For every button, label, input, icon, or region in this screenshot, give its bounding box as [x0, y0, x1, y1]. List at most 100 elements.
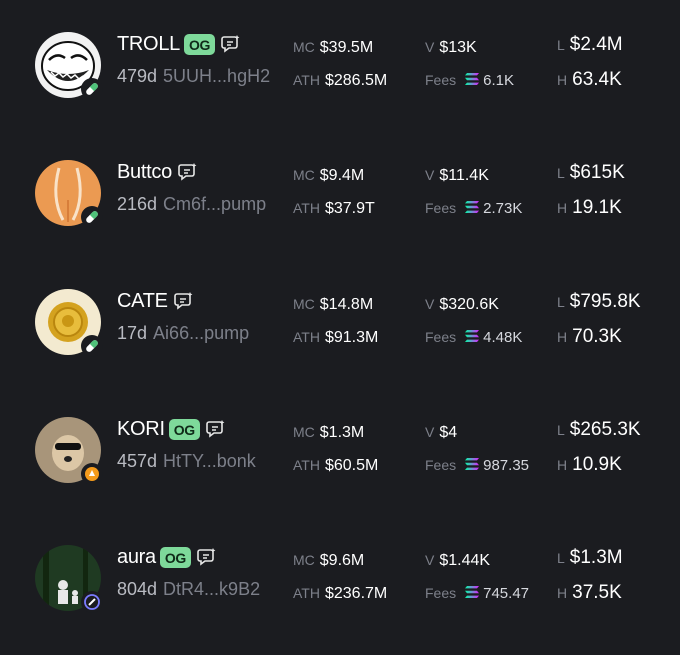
v-value: $320.6K [439, 296, 499, 313]
h-label: H [557, 200, 568, 216]
pill-icon [81, 335, 103, 357]
token-row[interactable]: KORI OG 457d HtTY...bonk MC $1.3M ATH $60.5… [0, 417, 680, 527]
fees-value: 745.47 [483, 585, 530, 602]
solana-icon [464, 585, 480, 599]
mc-label: MC [293, 39, 315, 55]
chat-sparkle-icon[interactable] [221, 34, 241, 54]
market-cap: MC $1.3M [293, 421, 364, 444]
liquidity: L $615K [557, 162, 625, 185]
ath-value: $91.3M [324, 329, 379, 346]
holders: H 19.1K [557, 197, 622, 220]
token-name[interactable]: KORI [117, 417, 165, 441]
v-value: $11.4K [439, 167, 489, 184]
fees: Fees 987.35 [425, 454, 529, 477]
token-avatar[interactable] [35, 417, 103, 485]
v-value: $13K [439, 39, 477, 56]
all-time-high: ATH $60.5M [293, 454, 378, 477]
token-sub-line: 457d HtTY...bonk [117, 450, 281, 472]
token-name-line: TROLL OG [117, 32, 241, 56]
token-name[interactable]: TROLL [117, 32, 180, 56]
fees: Fees 6.1K [425, 69, 514, 92]
token-address[interactable]: DtR4...k9B2 [163, 579, 260, 599]
ath-label: ATH [293, 72, 320, 88]
token-row[interactable]: CATE 17d Ai66...pump MC $14.8M ATH $91.3M V… [0, 289, 680, 399]
market-cap: MC $9.6M [293, 549, 364, 572]
token-age: 804d [117, 579, 158, 599]
token-avatar[interactable] [35, 289, 103, 357]
l-value: $2.4M [569, 34, 623, 55]
token-address[interactable]: Cm6f...pump [163, 194, 266, 214]
solana-icon [464, 200, 480, 214]
fees-label: Fees [425, 72, 457, 88]
v-label: V [425, 39, 435, 55]
token-sub-line: 216d Cm6f...pump [117, 193, 281, 215]
ath-label: ATH [293, 200, 320, 216]
token-name[interactable]: Buttco [117, 160, 172, 184]
v-value: $1.44K [439, 552, 491, 569]
liquidity: L $1.3M [557, 547, 623, 570]
holders: H 37.5K [557, 582, 622, 605]
token-address[interactable]: Ai66...pump [153, 323, 249, 343]
og-badge: OG [168, 418, 200, 440]
token-address[interactable]: HtTY...bonk [163, 451, 256, 471]
volume: V $320.6K [425, 293, 499, 316]
token-name-line: aura OG [117, 545, 217, 569]
mc-label: MC [293, 552, 315, 568]
solana-icon [464, 72, 480, 86]
solana-icon [464, 329, 480, 343]
token-row[interactable]: Buttco 216d Cm6f...pump MC $9.4M ATH $37.9T… [0, 160, 680, 270]
pill-icon [81, 78, 103, 100]
all-time-high: ATH $236.7M [293, 582, 387, 605]
launch-icon [81, 591, 103, 613]
token-avatar[interactable] [35, 160, 103, 228]
mc-value: $39.5M [319, 39, 374, 56]
market-cap: MC $39.5M [293, 36, 373, 59]
token-age: 17d [117, 323, 148, 343]
h-label: H [557, 72, 568, 88]
volume: V $13K [425, 36, 477, 59]
v-label: V [425, 424, 435, 440]
l-value: $265.3K [569, 419, 641, 440]
l-label: L [557, 294, 565, 310]
ath-value: $37.9T [324, 200, 375, 217]
token-avatar[interactable] [35, 545, 103, 613]
l-label: L [557, 165, 565, 181]
all-time-high: ATH $91.3M [293, 326, 378, 349]
token-row[interactable]: aura OG 804d DtR4...k9B2 MC $9.6M ATH $236.… [0, 545, 680, 655]
market-cap: MC $14.8M [293, 293, 373, 316]
fees-label: Fees [425, 585, 457, 601]
fees-label: Fees [425, 457, 457, 473]
token-name-line: KORI OG [117, 417, 226, 441]
token-name[interactable]: CATE [117, 289, 168, 313]
chat-sparkle-icon[interactable] [197, 547, 217, 567]
l-value: $1.3M [569, 547, 623, 568]
ath-label: ATH [293, 585, 320, 601]
ath-value: $60.5M [324, 457, 379, 474]
token-name[interactable]: aura [117, 545, 156, 569]
v-label: V [425, 167, 435, 183]
ath-value: $236.7M [324, 585, 388, 602]
fees-value: 2.73K [483, 200, 523, 217]
mc-label: MC [293, 167, 315, 183]
all-time-high: ATH $37.9T [293, 197, 375, 220]
ath-value: $286.5M [324, 72, 388, 89]
liquidity: L $265.3K [557, 419, 641, 442]
token-sub-line: 479d 5UUH...hgH2 [117, 65, 281, 87]
bonk-icon [81, 463, 103, 485]
chat-sparkle-icon[interactable] [206, 419, 226, 439]
token-row[interactable]: TROLL OG 479d 5UUH...hgH2 MC $39.5M ATH $28… [0, 32, 680, 142]
token-address[interactable]: 5UUH...hgH2 [163, 66, 270, 86]
mc-value: $1.3M [319, 424, 365, 441]
token-avatar[interactable] [35, 32, 103, 100]
h-label: H [557, 329, 568, 345]
h-value: 10.9K [572, 454, 622, 475]
mc-value: $9.6M [319, 552, 365, 569]
ath-label: ATH [293, 329, 320, 345]
volume: V $11.4K [425, 164, 489, 187]
chat-sparkle-icon[interactable] [178, 162, 198, 182]
token-age: 457d [117, 451, 158, 471]
mc-label: MC [293, 296, 315, 312]
mc-value: $14.8M [319, 296, 374, 313]
l-value: $615K [569, 162, 625, 183]
chat-sparkle-icon[interactable] [173, 291, 194, 311]
